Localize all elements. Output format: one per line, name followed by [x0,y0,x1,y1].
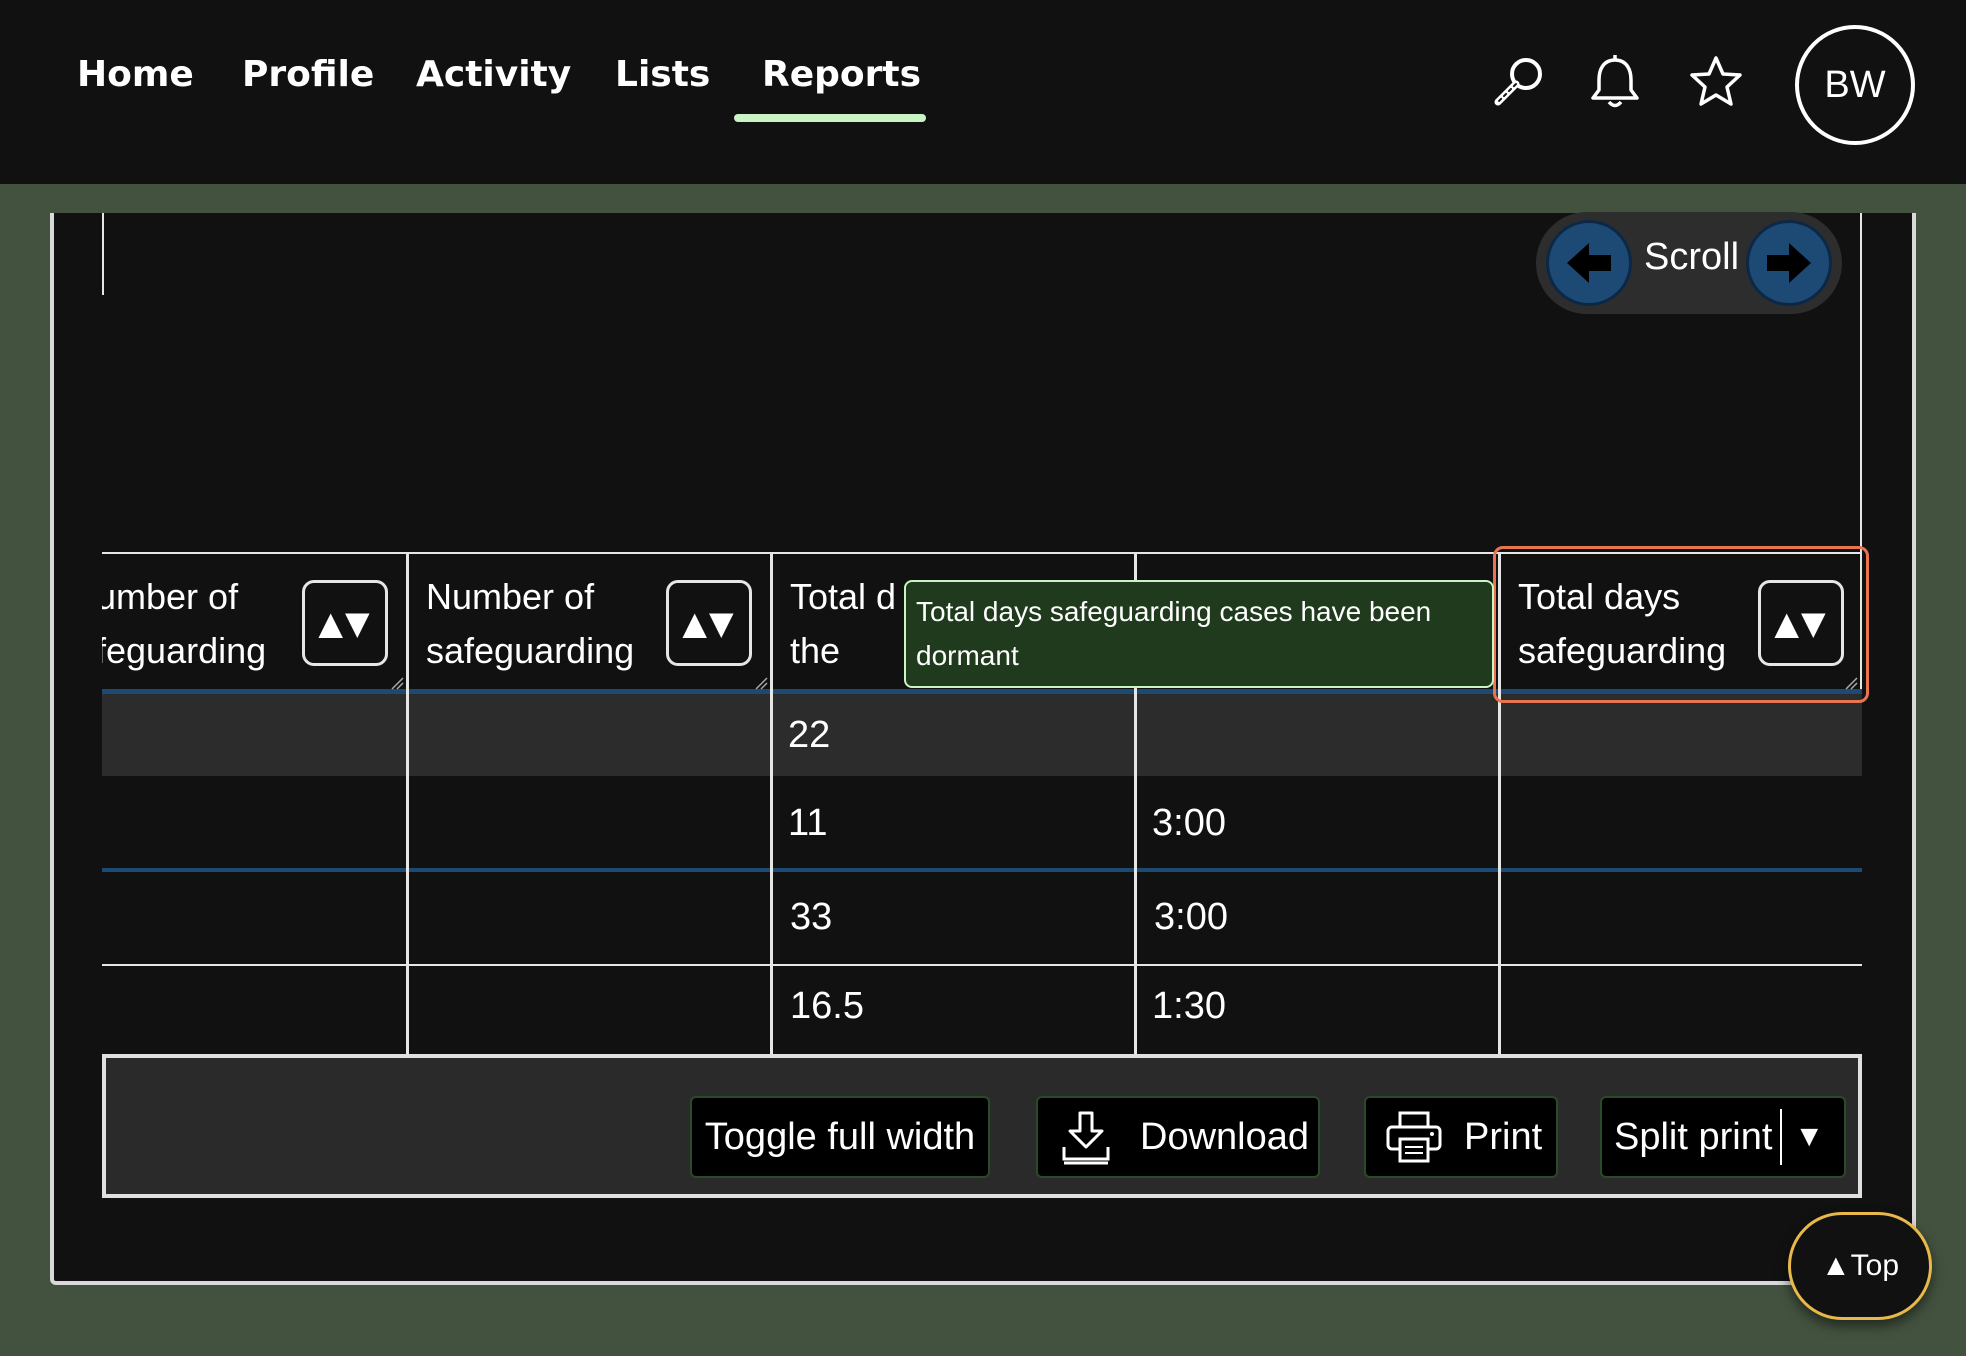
table-frame-left [102,213,104,295]
header-text-line: the [790,630,841,671]
header-text-line: feguarding [102,630,267,671]
nav-activity[interactable]: Activity [416,54,571,95]
nav-reports[interactable]: Reports [762,54,921,95]
print-button[interactable]: Print [1364,1096,1558,1178]
table-cell: 11 [788,802,828,844]
focused-column-header-outline [1493,546,1869,703]
download-label: Download [1140,1115,1309,1158]
back-to-top-label: ▲Top [1820,1249,1900,1282]
table-row [102,776,1862,866]
column-divider [406,552,409,1054]
split-print-label: Split print [1614,1115,1773,1158]
top-navigation-bar: Home Profile Activity Lists Reports BW [0,0,1966,184]
table-row [102,966,1862,1054]
header-text-line: Number of [426,576,595,617]
user-avatar[interactable]: BW [1795,25,1915,145]
arrow-left-icon [1567,243,1611,283]
column-resize-handle[interactable] [754,676,768,690]
scroll-left-button[interactable] [1546,220,1632,306]
table-row [102,694,1862,776]
nav-home[interactable]: Home [77,54,194,95]
scroll-label: Scroll [1644,236,1740,278]
back-to-top-button[interactable]: ▲Top [1788,1212,1932,1320]
avatar-initials: BW [1824,63,1886,106]
split-print-button[interactable]: Split print ▼ [1600,1096,1846,1178]
download-button[interactable]: Download [1036,1096,1320,1178]
toggle-full-width-button[interactable]: Toggle full width [690,1096,990,1178]
arrow-right-icon [1767,243,1811,283]
nav-profile[interactable]: Profile [242,54,374,95]
table-row [102,866,1862,966]
search-icon[interactable] [1490,52,1550,112]
sort-button[interactable]: ▲▼ [666,580,752,666]
row-divider [102,964,1862,966]
active-tab-indicator [734,114,926,122]
table-cell: 16.5 [790,985,864,1027]
scroll-right-button[interactable] [1746,220,1832,306]
bell-icon[interactable] [1585,52,1645,112]
column-header-1[interactable]: umber of feguarding [102,570,266,678]
table-toolbar: Toggle full width Download Print Split p… [102,1054,1862,1198]
printer-icon [1386,1111,1442,1163]
split-divider [1780,1109,1783,1165]
table-cell: 33 [790,896,833,938]
column-divider [770,552,773,1054]
table-cell: 22 [788,714,831,756]
header-text-line: umber of [102,576,239,617]
sort-button[interactable]: ▲▼ [302,580,388,666]
header-text-line: Total d [790,576,897,617]
print-label: Print [1464,1115,1543,1158]
column-header-tooltip: Total days safeguarding cases have been … [904,580,1494,688]
row-divider [102,868,1862,872]
scroll-control: Scroll [1536,212,1842,314]
download-icon [1062,1111,1110,1165]
table-cell: 3:00 [1152,802,1226,844]
table-cell: 3:00 [1154,896,1228,938]
header-text-line: safeguarding [426,630,635,671]
nav-lists[interactable]: Lists [615,54,710,95]
table-cell: 1:30 [1152,985,1226,1027]
column-header-2[interactable]: Number of safeguarding [426,570,634,678]
chevron-down-icon[interactable]: ▼ [1794,1120,1824,1154]
column-resize-handle[interactable] [390,676,404,690]
column-header-3[interactable]: Total d the [790,570,896,678]
star-icon[interactable] [1686,52,1746,112]
toggle-full-width-label: Toggle full width [704,1115,976,1158]
